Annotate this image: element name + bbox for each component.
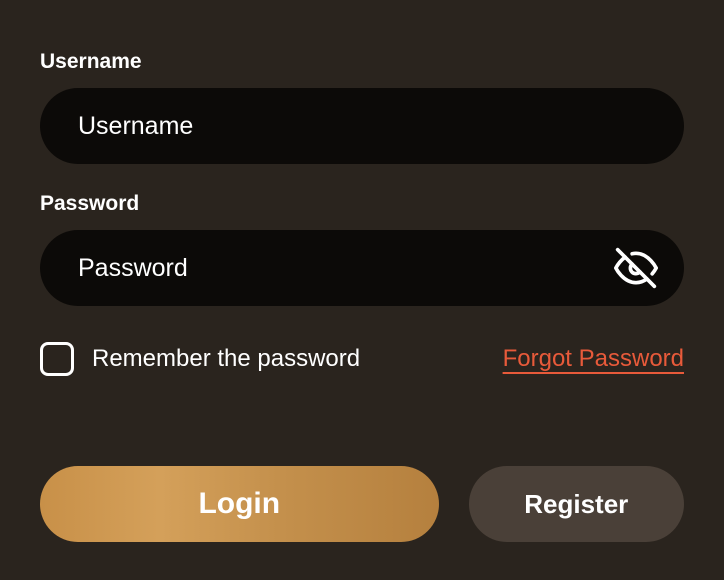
password-wrapper — [40, 230, 684, 306]
password-field-group: Password — [40, 192, 684, 306]
forgot-password-link[interactable]: Forgot Password — [503, 345, 684, 373]
eye-off-icon — [614, 246, 658, 290]
remember-label: Remember the password — [92, 345, 360, 373]
toggle-password-visibility-button[interactable] — [614, 246, 658, 290]
password-input[interactable] — [40, 230, 684, 306]
options-row: Remember the password Forgot Password — [40, 342, 684, 376]
remember-checkbox[interactable] — [40, 342, 74, 376]
username-input[interactable] — [40, 88, 684, 164]
password-label: Password — [40, 192, 684, 216]
register-button[interactable]: Register — [469, 466, 684, 542]
username-label: Username — [40, 50, 684, 74]
username-field-group: Username — [40, 50, 684, 164]
button-row: Login Register — [40, 466, 684, 542]
remember-group: Remember the password — [40, 342, 360, 376]
login-button[interactable]: Login — [40, 466, 439, 542]
